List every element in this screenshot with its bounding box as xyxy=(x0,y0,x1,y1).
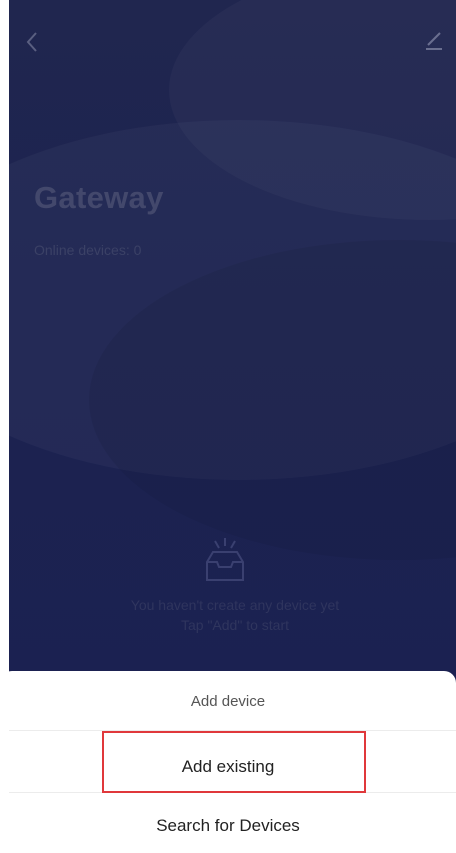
divider xyxy=(9,792,456,793)
online-devices-count: Online devices: 0 xyxy=(34,242,142,258)
screen: Gateway Online devices: 0 You haven't cr… xyxy=(0,0,456,853)
gateway-background xyxy=(9,0,456,700)
pencil-icon xyxy=(426,32,442,50)
empty-message: You haven't create any device yet xyxy=(130,597,340,613)
search-devices-button[interactable]: Search for Devices xyxy=(0,816,456,836)
empty-hint: Tap "Add" to start xyxy=(181,617,289,633)
edit-button[interactable] xyxy=(420,26,448,54)
sheet-title: Add device xyxy=(190,693,266,710)
empty-inbox-icon xyxy=(206,538,244,581)
chevron-left-icon xyxy=(26,32,37,52)
page-title: Gateway xyxy=(34,180,164,215)
add-device-sheet: Add device Add existing Search for Devic… xyxy=(0,671,456,853)
divider xyxy=(9,730,456,731)
add-existing-button[interactable]: Add existing xyxy=(0,757,456,777)
back-button[interactable] xyxy=(20,28,44,56)
